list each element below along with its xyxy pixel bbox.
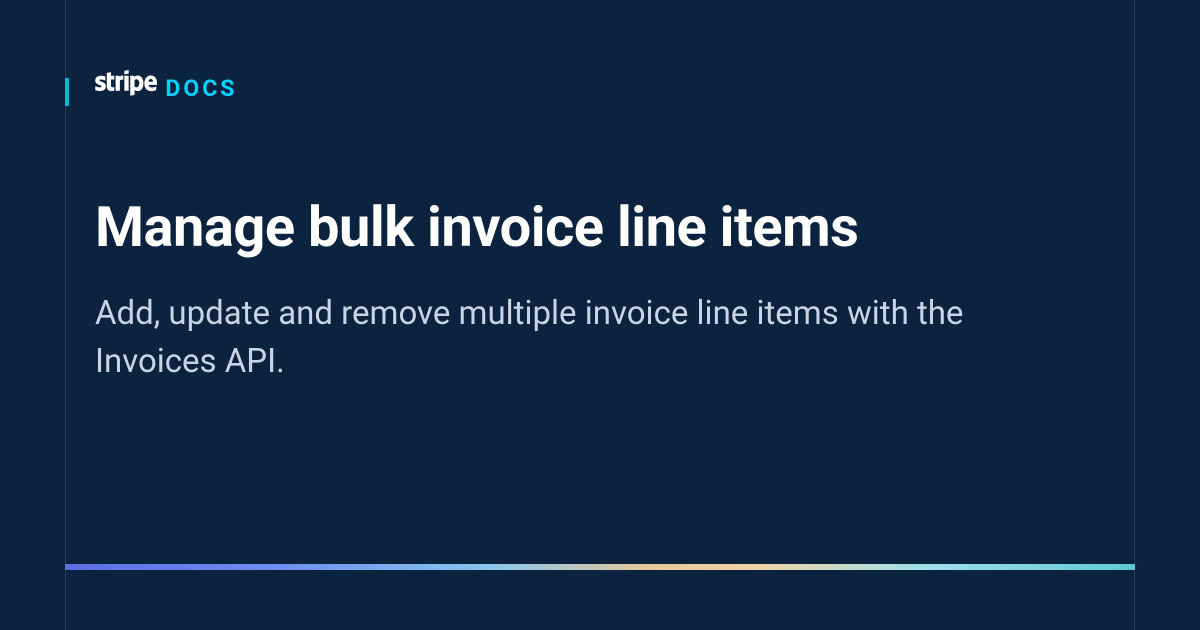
docs-label: DOCS [165,75,237,102]
logo-block: DOCS [95,70,1105,102]
logo-accent-bar [65,78,69,106]
content-area: DOCS Manage bulk invoice line items Add,… [0,0,1200,386]
frame-border-right [1134,0,1135,630]
page-subtitle: Add, update and remove multiple invoice … [95,290,1075,386]
page-title: Manage bulk invoice line items [95,194,1105,260]
stripe-docs-logo: DOCS [95,70,237,102]
gradient-divider [65,564,1135,570]
stripe-wordmark-icon [95,70,157,96]
